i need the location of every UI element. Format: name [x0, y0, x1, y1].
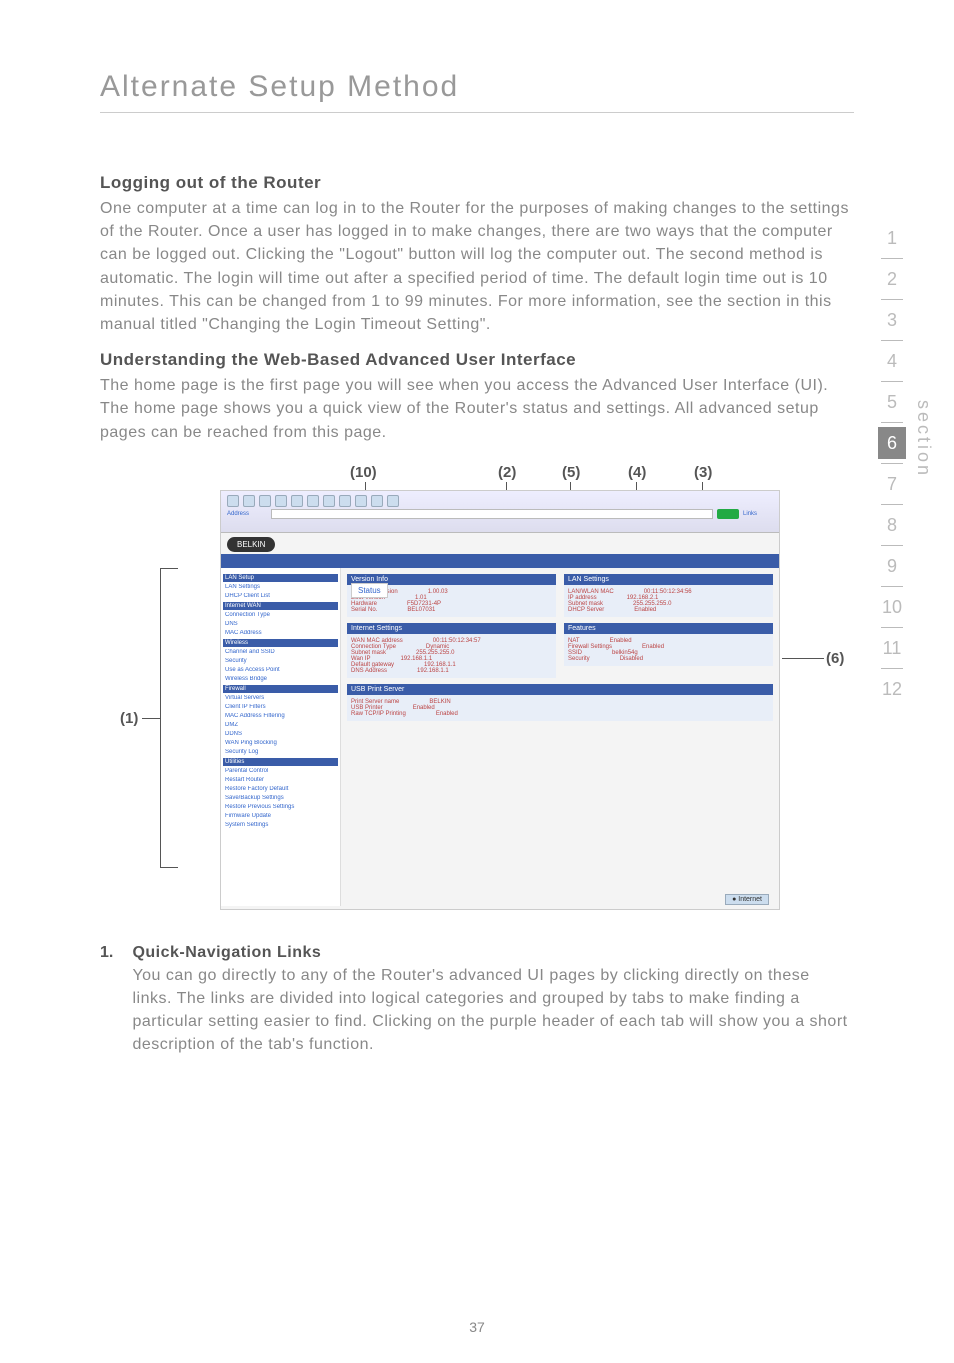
browser-toolbar: Address Links — [221, 491, 779, 533]
title-rule — [100, 112, 854, 113]
belkin-logo: BELKIN — [227, 537, 275, 552]
callout-2: (2) — [498, 464, 516, 481]
tab-2: 2 — [878, 263, 906, 295]
browser-status: ● Internet — [725, 894, 769, 905]
tab-3: 3 — [878, 304, 906, 336]
tab-10: 10 — [878, 591, 906, 623]
tab-1: 1 — [878, 222, 906, 254]
callout-1: (1) — [120, 710, 138, 727]
body-logging-out: One computer at a time can log in to the… — [100, 197, 854, 336]
shot-nav-tabs — [221, 554, 779, 568]
quick-nav-sidebar: LAN Setup LAN Settings DHCP Client List … — [221, 568, 341, 906]
tab-9: 9 — [878, 550, 906, 582]
page-number: 37 — [0, 1319, 954, 1335]
body-understanding-ui: The home page is the first page you will… — [100, 374, 854, 444]
page-title: Alternate Setup Method — [100, 70, 854, 104]
list-number-1: 1. — [100, 944, 128, 962]
callout-4: (4) — [628, 464, 646, 481]
status-label: Status — [351, 583, 388, 598]
status-main: Version Info Firmware Version1.00.03 Boo… — [341, 568, 779, 906]
router-ui-screenshot: Address Links BELKIN Status LAN Setup LA… — [220, 490, 780, 910]
bracket-left — [160, 568, 178, 868]
heading-logging-out: Logging out of the Router — [100, 173, 854, 193]
callout-3: (3) — [694, 464, 712, 481]
tab-4: 4 — [878, 345, 906, 377]
heading-understanding-ui: Understanding the Web-Based Advanced Use… — [100, 350, 854, 370]
callout-5: (5) — [562, 464, 580, 481]
callout-6: (6) — [826, 650, 844, 667]
section-tabs: 1 2 3 4 5 6 7 8 9 10 11 12 — [878, 222, 906, 709]
numbered-list: 1. Quick-Navigation Links You can go dir… — [100, 944, 854, 1057]
router-ui-diagram: (10) (2) (5) (4) (3) (1) (6) (7) (8) (9)… — [100, 464, 854, 924]
tab-6-active: 6 — [878, 427, 906, 459]
section-label: section — [913, 400, 934, 478]
callout-10: (10) — [350, 464, 377, 481]
tab-11: 11 — [878, 632, 906, 664]
list-body-quick-nav: You can go directly to any of the Router… — [132, 964, 852, 1057]
list-heading-quick-nav: Quick-Navigation Links — [132, 944, 852, 962]
tab-7: 7 — [878, 468, 906, 500]
tab-8: 8 — [878, 509, 906, 541]
tab-12: 12 — [878, 673, 906, 705]
tab-5: 5 — [878, 386, 906, 418]
